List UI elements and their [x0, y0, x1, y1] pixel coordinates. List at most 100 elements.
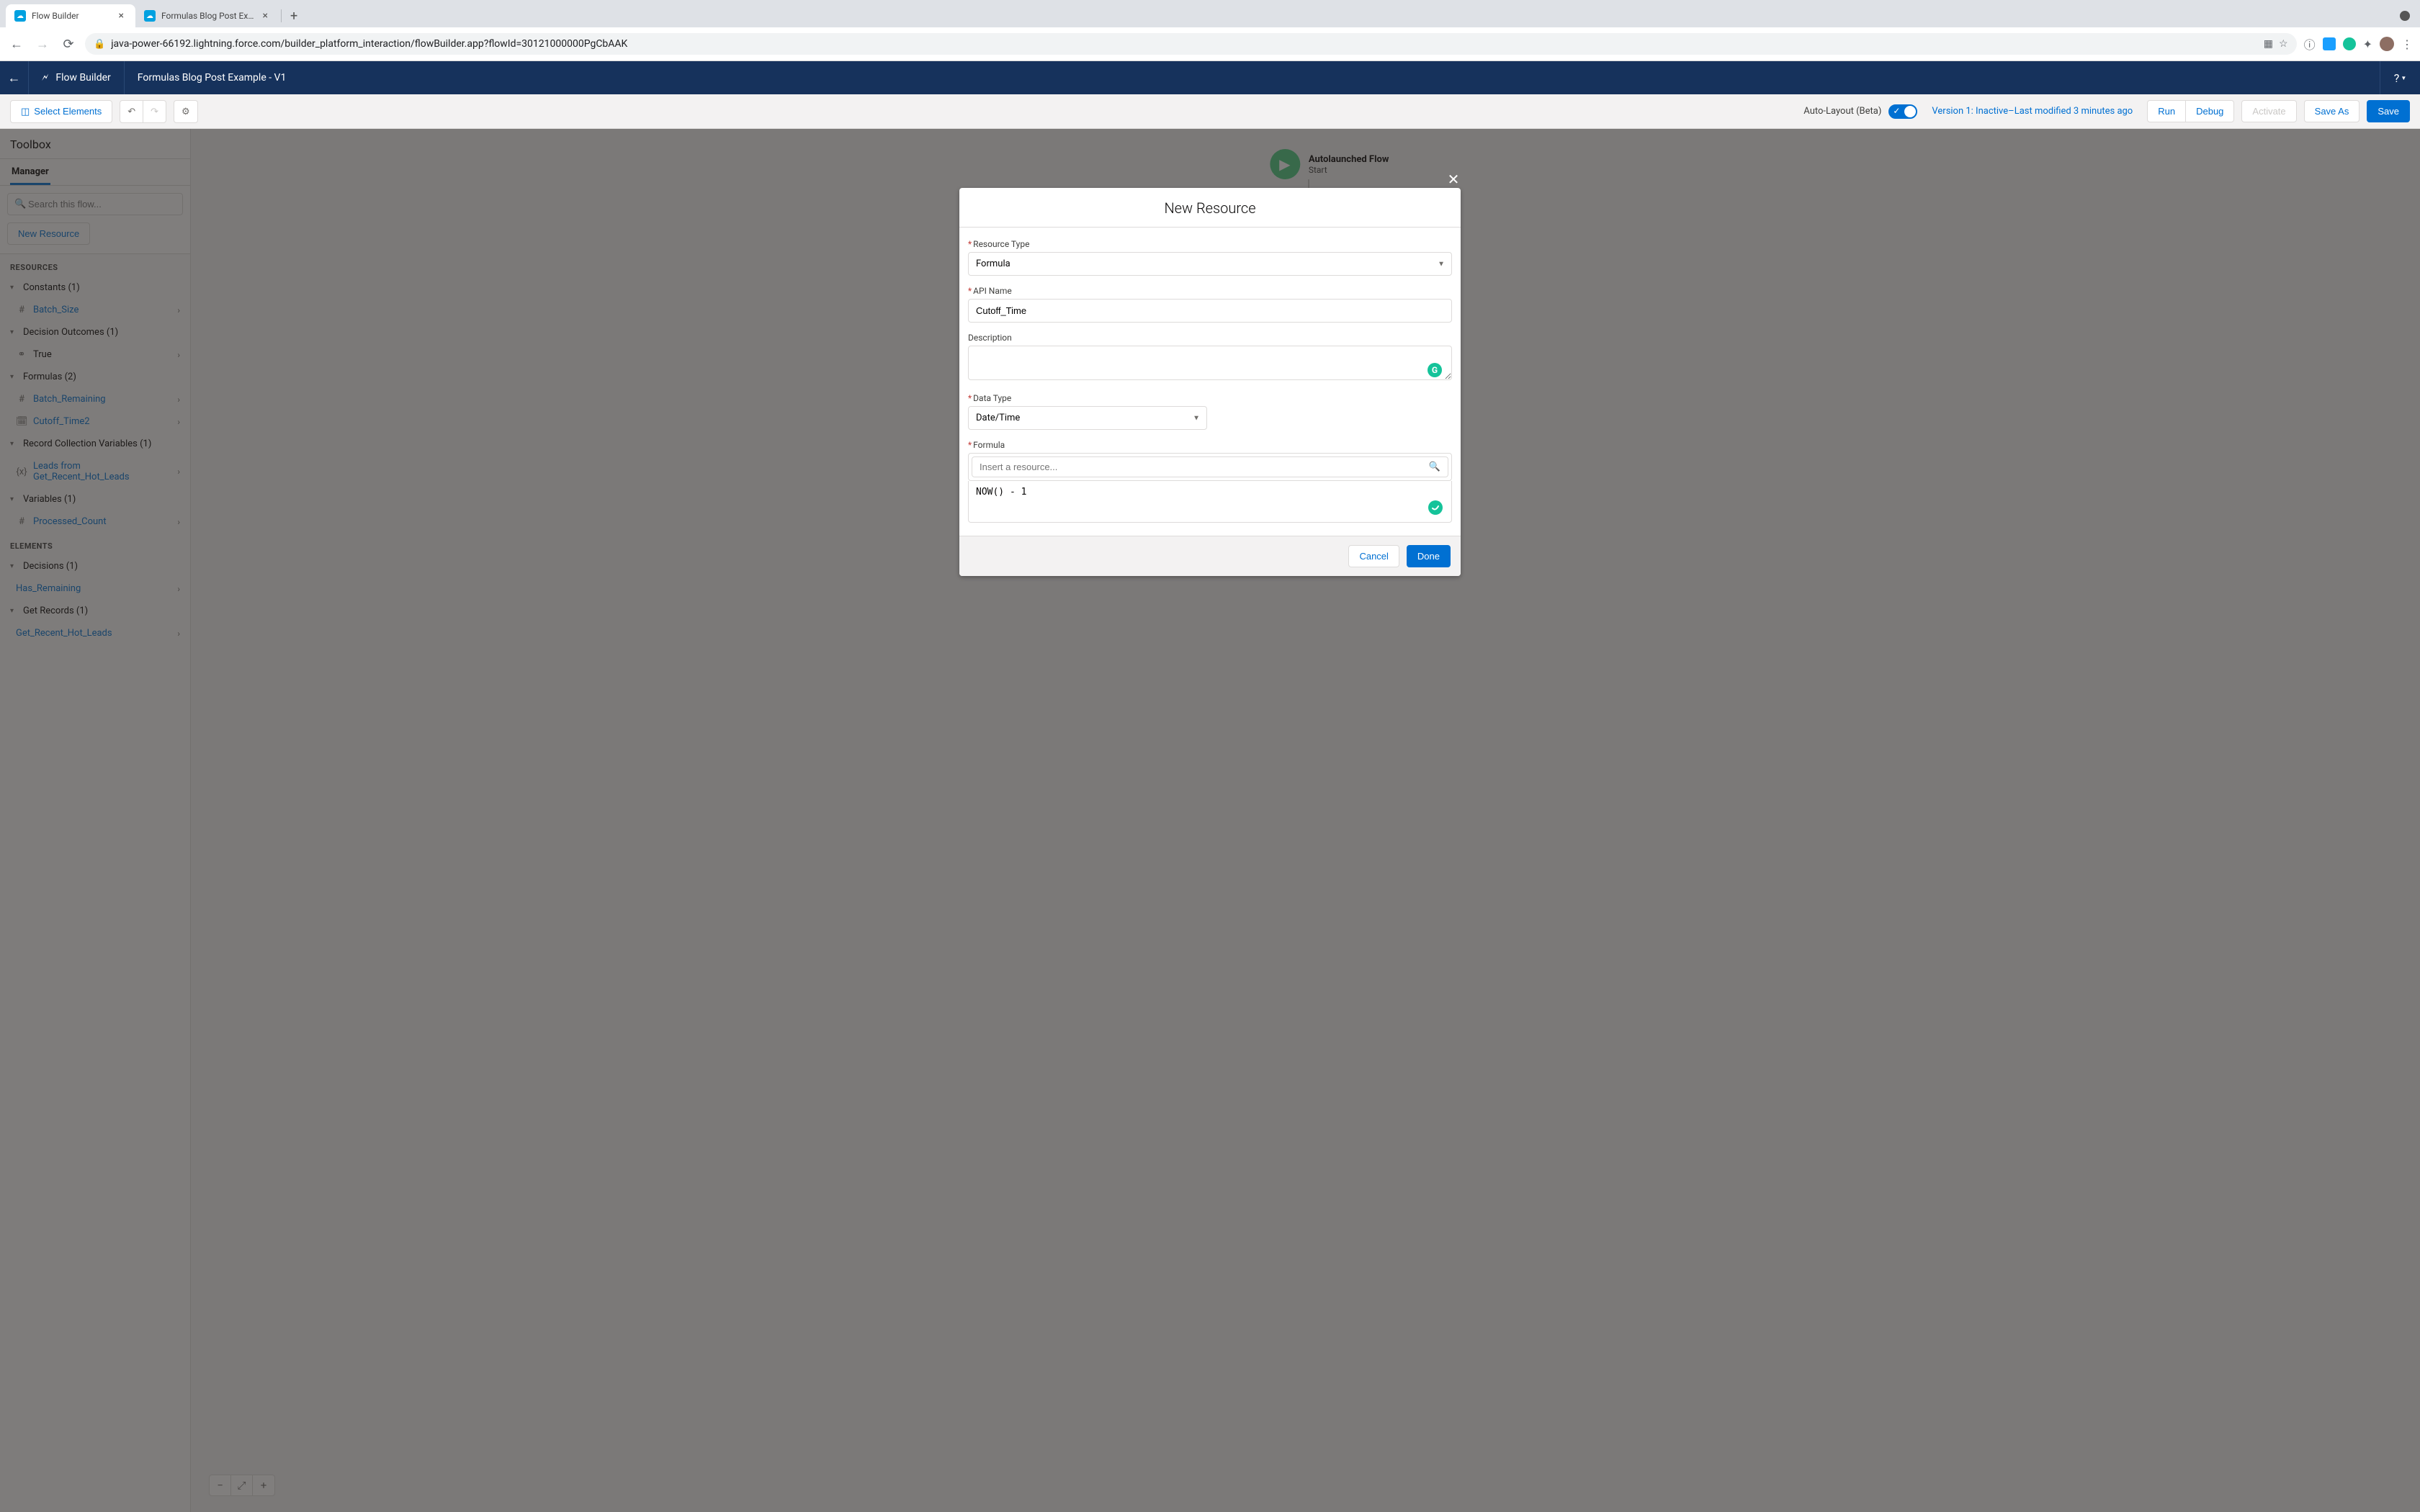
field-description: Description G — [968, 333, 1452, 383]
data-type-value: Date/Time — [968, 406, 1207, 430]
check-icon: ✓ — [1893, 106, 1900, 116]
reload-icon[interactable]: ⟳ — [59, 37, 78, 52]
help-menu[interactable]: ? ▼ — [2380, 61, 2420, 94]
star-icon[interactable]: ☆ — [2279, 38, 2288, 50]
flow-title: Formulas Blog Post Example - V1 — [125, 72, 2380, 84]
field-formula: *Formula 🔍 NOW() - 1 — [968, 440, 1452, 523]
profile-avatar[interactable] — [2380, 37, 2394, 51]
save-button[interactable]: Save — [2367, 100, 2410, 122]
field-data-type: *Data Type Date/Time ▼ — [968, 393, 1452, 430]
tab-title: Formulas Blog Post Example — [161, 11, 254, 21]
salesforce-cloud-icon: ☁ — [14, 10, 26, 22]
formula-text: NOW() - 1 — [976, 487, 1026, 498]
select-icon: ◫ — [21, 106, 30, 117]
flow-toolbar: ◫ Select Elements ↶ ↷ ⚙ Auto-Layout (Bet… — [0, 94, 2420, 129]
cancel-button[interactable]: Cancel — [1348, 545, 1399, 567]
modal-body: *Resource Type Formula ▼ *API Name Descr… — [959, 228, 1461, 536]
extensions-puzzle-icon[interactable]: ✦ — [2363, 37, 2372, 51]
lock-icon: 🔒 — [94, 39, 105, 50]
flow-icon: 🗲 — [42, 72, 48, 84]
save-as-button[interactable]: Save As — [2304, 100, 2360, 122]
done-button[interactable]: Done — [1407, 545, 1451, 567]
api-name-label: *API Name — [968, 286, 1452, 296]
select-elements-button[interactable]: ◫ Select Elements — [10, 100, 112, 123]
auto-layout-toggle[interactable]: ✓ — [1888, 104, 1917, 119]
chevron-down-icon: ▼ — [2401, 75, 2406, 81]
formula-label: *Formula — [968, 440, 1452, 450]
browser-tab[interactable]: ☁ Formulas Blog Post Example × — [135, 4, 279, 27]
formula-resource-search[interactable]: 🔍 — [972, 456, 1448, 477]
api-name-input[interactable] — [968, 299, 1452, 323]
close-icon[interactable]: × — [260, 10, 271, 22]
tab-strip: ☁ Flow Builder × ☁ Formulas Blog Post Ex… — [0, 0, 2420, 27]
auto-layout-toggle-wrap: Auto-Layout (Beta) ✓ — [1803, 104, 1917, 119]
debug-label: Debug — [2196, 106, 2223, 117]
info-circle-icon[interactable]: ⓘ — [2304, 35, 2316, 53]
settings-gear-button[interactable]: ⚙ — [174, 100, 198, 123]
translate-icon[interactable]: ▦ — [2264, 38, 2273, 50]
salesforce-cloud-icon: ☁ — [144, 10, 156, 22]
formula-resource-input[interactable] — [980, 462, 1429, 472]
new-resource-modal: New Resource *Resource Type Formula ▼ *A… — [959, 188, 1461, 576]
extension-icons: ⓘ ✦ ⋮ — [2304, 35, 2413, 53]
browser-chrome: ☁ Flow Builder × ☁ Formulas Blog Post Ex… — [0, 0, 2420, 61]
description-input[interactable] — [968, 346, 1452, 380]
resource-type-label: *Resource Type — [968, 239, 1452, 249]
version-info: Version 1: Inactive–Last modified 3 minu… — [1932, 106, 2133, 117]
toggle-knob — [1904, 106, 1916, 117]
builder-label: Flow Builder — [55, 72, 110, 84]
field-api-name: *API Name — [968, 286, 1452, 323]
chevron-down-icon: ▼ — [1193, 414, 1200, 422]
run-debug-group: Run Debug — [2147, 100, 2234, 122]
save-as-label: Save As — [2315, 106, 2349, 117]
formula-editor[interactable]: NOW() - 1 — [968, 481, 1452, 523]
description-label: Description — [968, 333, 1452, 343]
lbl-text: Formula — [973, 440, 1005, 450]
data-type-combobox[interactable]: Date/Time ▼ — [968, 406, 1207, 430]
undo-redo-group: ↶ ↷ — [120, 100, 166, 123]
url-bar[interactable]: 🔒 java-power-66192.lightning.force.com/b… — [85, 33, 2297, 55]
tab-title: Flow Builder — [32, 11, 110, 21]
resource-type-value: Formula — [968, 252, 1452, 276]
modal-wrapper: ✕ New Resource *Resource Type Formula ▼ … — [959, 188, 1461, 576]
url-text: java-power-66192.lightning.force.com/bui… — [111, 38, 2258, 50]
modal-close-button[interactable]: ✕ — [1445, 171, 1462, 188]
address-bar-row: ← → ⟳ 🔒 java-power-66192.lightning.force… — [0, 27, 2420, 61]
help-icon: ? — [2394, 71, 2400, 85]
chevron-down-icon: ▼ — [1438, 260, 1445, 268]
builder-name: 🗲 Flow Builder — [29, 61, 125, 94]
extension-blue-icon[interactable] — [2323, 37, 2336, 50]
grammarly-icon[interactable] — [2343, 37, 2356, 50]
new-tab-button[interactable]: + — [283, 6, 305, 27]
run-label: Run — [2158, 106, 2175, 117]
modal-footer: Cancel Done — [959, 536, 1461, 576]
browser-tab-active[interactable]: ☁ Flow Builder × — [6, 4, 135, 27]
lbl-text: Resource Type — [973, 239, 1029, 249]
close-icon[interactable]: × — [116, 10, 127, 22]
grammarly-icon[interactable] — [1428, 500, 1443, 515]
run-button[interactable]: Run — [2147, 100, 2186, 122]
main-area: Toolbox Manager 🔍 New Resource RESOURCES… — [0, 129, 2420, 1512]
app-header: ← 🗲 Flow Builder Formulas Blog Post Exam… — [0, 61, 2420, 94]
lbl-text: API Name — [973, 286, 1012, 296]
redo-button: ↷ — [143, 100, 166, 123]
select-elements-label: Select Elements — [34, 106, 102, 117]
activate-button: Activate — [2241, 100, 2296, 122]
modal-overlay: ✕ New Resource *Resource Type Formula ▼ … — [0, 129, 2420, 1512]
account-indicator-icon[interactable] — [2400, 11, 2410, 21]
back-icon[interactable]: ← — [7, 37, 26, 52]
debug-button[interactable]: Debug — [2185, 100, 2234, 122]
auto-layout-label: Auto-Layout (Beta) — [1803, 106, 1881, 117]
save-label: Save — [2378, 106, 2399, 117]
chrome-menu-icon[interactable]: ⋮ — [2401, 37, 2413, 51]
gear-icon: ⚙ — [182, 106, 190, 117]
header-back-button[interactable]: ← — [0, 61, 29, 94]
done-label: Done — [1417, 551, 1440, 562]
resource-type-combobox[interactable]: Formula ▼ — [968, 252, 1452, 276]
grammarly-icon[interactable]: G — [1428, 363, 1442, 377]
cancel-label: Cancel — [1359, 551, 1388, 562]
tab-divider — [281, 9, 282, 22]
lbl-text: Data Type — [973, 393, 1011, 403]
forward-icon: → — [33, 37, 52, 52]
undo-button[interactable]: ↶ — [120, 100, 143, 123]
